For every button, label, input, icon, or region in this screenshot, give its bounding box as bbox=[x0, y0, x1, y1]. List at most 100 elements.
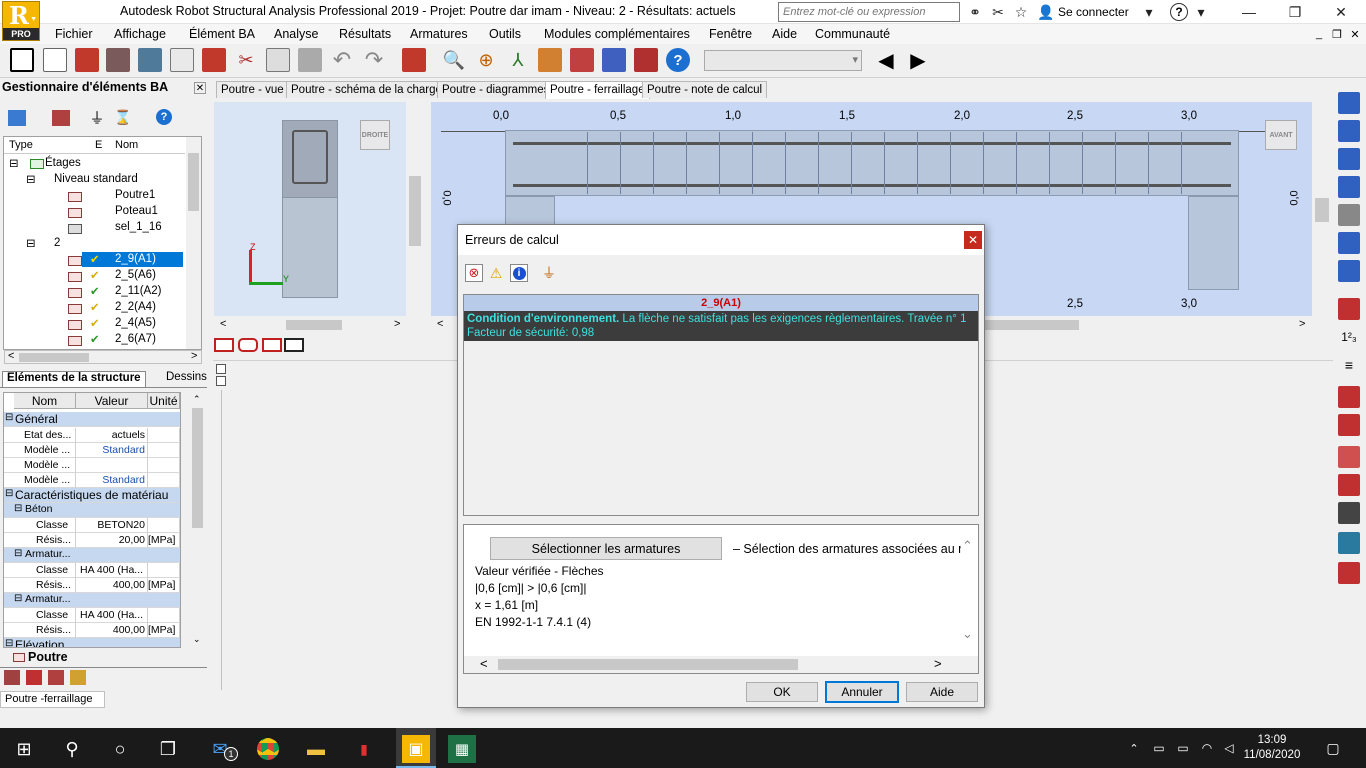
tree-node-etages[interactable]: Étages bbox=[45, 157, 81, 169]
tree-expander[interactable]: ⊟ bbox=[26, 236, 36, 250]
cortana-icon[interactable]: ○ bbox=[106, 735, 134, 763]
funnel-icon[interactable]: ⏚ bbox=[540, 264, 558, 282]
tree-item-selected[interactable]: 2_9(A1) bbox=[115, 253, 156, 265]
props-row[interactable]: Résis... 400,00 [MPa] bbox=[4, 578, 180, 593]
wrench-icon[interactable] bbox=[634, 48, 658, 72]
battery-icon[interactable]: ▭ bbox=[1174, 740, 1192, 756]
props-tool-1-icon[interactable] bbox=[4, 670, 20, 685]
right-tool-beam-icon[interactable] bbox=[1338, 92, 1360, 114]
right-tool-tshape-icon[interactable] bbox=[1338, 414, 1360, 436]
login-dropdown-icon[interactable]: ▾ bbox=[1140, 3, 1158, 21]
props-tool-2-icon[interactable] bbox=[26, 670, 42, 685]
menu-aide[interactable]: Aide bbox=[772, 27, 797, 41]
maximize-button[interactable]: ❐ bbox=[1272, 0, 1318, 24]
right-tool-footing-icon[interactable] bbox=[1338, 176, 1360, 198]
errors-filter-icon[interactable]: ⊗ bbox=[465, 264, 483, 282]
star-icon[interactable]: ☆ bbox=[1012, 3, 1030, 21]
model-icon[interactable] bbox=[602, 48, 626, 72]
detail-hscroll[interactable]: < > bbox=[464, 656, 978, 673]
right-tool-list-icon[interactable]: ≡ bbox=[1338, 354, 1360, 376]
tree-expander[interactable]: ⊟ bbox=[9, 156, 19, 170]
task-view-icon[interactable]: ❐ bbox=[154, 735, 182, 763]
tools-icon[interactable]: ✂ bbox=[989, 3, 1007, 21]
tree-item[interactable]: 2_4(A5) bbox=[115, 317, 156, 329]
view-mode-4-icon[interactable] bbox=[284, 338, 304, 352]
props-category[interactable]: ⊟ Caractéristiques de matériau bbox=[4, 488, 180, 503]
scroll-thumb[interactable] bbox=[192, 408, 203, 528]
right-tool-cbs-icon[interactable] bbox=[1338, 562, 1360, 584]
tree-expander[interactable]: ⊟ bbox=[26, 172, 36, 186]
view-mode-3-icon[interactable] bbox=[262, 338, 282, 352]
menu-resultats[interactable]: Résultats bbox=[339, 27, 391, 41]
scroll-thumb[interactable] bbox=[286, 320, 342, 330]
binoculars-icon[interactable]: ⚭ bbox=[966, 3, 984, 21]
tree-item[interactable]: Poteau1 bbox=[115, 205, 158, 217]
app-logo[interactable]: R ▼ PRO bbox=[2, 1, 40, 41]
chrome-icon[interactable] bbox=[254, 735, 282, 763]
props-tool-3-icon[interactable] bbox=[48, 670, 64, 685]
cut-icon[interactable]: ✂ bbox=[234, 48, 258, 72]
tab-schema-charge[interactable]: Poutre - schéma de la charge bbox=[286, 81, 447, 98]
tree-item[interactable]: 2_2(A4) bbox=[115, 301, 156, 313]
camera-icon[interactable] bbox=[202, 48, 226, 72]
menu-element-ba[interactable]: Élément BA bbox=[189, 27, 255, 41]
right-tool-deep-beam-icon[interactable] bbox=[1338, 260, 1360, 282]
detail-scroll-down-icon[interactable]: ⌄ bbox=[962, 626, 973, 642]
warning-icon[interactable]: ⚠ bbox=[487, 264, 505, 282]
menu-affichage[interactable]: Affichage bbox=[114, 27, 166, 41]
user-icon[interactable]: 👤 bbox=[1037, 3, 1055, 21]
tab-diagrammes[interactable]: Poutre - diagrammes bbox=[437, 81, 555, 98]
right-tool-dimension-icon[interactable] bbox=[1338, 446, 1360, 468]
tree-node-level-2[interactable]: 2 bbox=[54, 237, 60, 249]
splitter[interactable] bbox=[221, 390, 222, 690]
wifi-icon[interactable]: ◠ bbox=[1198, 740, 1216, 756]
menu-outils[interactable]: Outils bbox=[489, 27, 521, 41]
close-window-button[interactable]: ✕ bbox=[1318, 0, 1364, 24]
book-icon[interactable] bbox=[138, 48, 162, 72]
tab-ferraillage[interactable]: Poutre - ferraillage bbox=[545, 81, 650, 99]
tree-item[interactable]: 2_5(A6) bbox=[115, 269, 156, 281]
edit-element-icon[interactable] bbox=[52, 110, 70, 126]
help-dropdown-icon[interactable]: ▾ bbox=[1192, 3, 1210, 21]
help-toolbar-icon[interactable]: ? bbox=[666, 48, 690, 72]
tree-item[interactable]: 2_11(A2) bbox=[115, 285, 161, 297]
props-category[interactable]: ⊟ Elévation bbox=[4, 638, 180, 647]
tab-elements-structure[interactable]: Eléments de la structure bbox=[2, 371, 146, 387]
tree-node-niveau-standard[interactable]: Niveau standard bbox=[54, 173, 138, 185]
section-view-hscroll[interactable]: < > bbox=[214, 318, 406, 332]
view-cube-droite[interactable]: DROITE bbox=[360, 120, 390, 150]
hourglass-icon[interactable]: ⌛ bbox=[114, 108, 132, 126]
cancel-button[interactable]: Annuler bbox=[825, 681, 899, 703]
paste-icon[interactable] bbox=[298, 48, 322, 72]
print-icon[interactable] bbox=[106, 48, 130, 72]
tab-note-calcul[interactable]: Poutre - note de calcul bbox=[642, 81, 768, 98]
props-scrollbar[interactable]: ⌃ ⌄ bbox=[190, 392, 205, 648]
mdi-restore-button[interactable]: ❐ bbox=[1330, 27, 1344, 41]
right-tool-slab-icon[interactable] bbox=[1338, 148, 1360, 170]
error-element-header[interactable]: 2_9(A1) bbox=[464, 295, 978, 311]
tree-scrollbar[interactable] bbox=[186, 137, 201, 349]
scroll-thumb[interactable] bbox=[498, 659, 798, 670]
props-subcategory[interactable]: ⊟ Béton bbox=[4, 503, 180, 518]
right-tool-numbering-icon[interactable]: 1²₃ bbox=[1338, 326, 1360, 348]
props-tool-4-icon[interactable] bbox=[70, 670, 86, 685]
right-tool-beam-section-icon[interactable] bbox=[1338, 474, 1360, 496]
props-row[interactable]: Classe HA 400 (Ha... bbox=[4, 608, 180, 623]
taskbar-clock[interactable]: 13:09 11/08/2020 bbox=[1242, 733, 1302, 763]
props-row[interactable]: Résis... 400,00 [MPa] bbox=[4, 623, 180, 638]
tree-item[interactable]: 2_6(A7) bbox=[115, 333, 156, 345]
right-tool-section-icon[interactable] bbox=[1338, 386, 1360, 408]
calc-icon[interactable] bbox=[402, 48, 426, 72]
right-tool-wall-icon[interactable] bbox=[1338, 204, 1360, 226]
props-row[interactable]: Résis... 20,00 [MPa] bbox=[4, 533, 180, 548]
help-button[interactable]: Aide bbox=[906, 682, 978, 702]
props-row[interactable]: Classe BETON20 bbox=[4, 518, 180, 533]
right-tool-loads-icon[interactable] bbox=[1338, 502, 1360, 524]
menu-armatures[interactable]: Armatures bbox=[410, 27, 468, 41]
section-view[interactable]: DROITE Z Y bbox=[214, 102, 406, 316]
previous-icon[interactable]: ◀ bbox=[874, 48, 898, 72]
props-subcategory[interactable]: ⊟ Armatur... bbox=[4, 548, 180, 563]
save-icon[interactable] bbox=[75, 48, 99, 72]
detail-scroll-up-icon[interactable]: ⌃ bbox=[962, 538, 973, 554]
tree-item[interactable]: Poutre1 bbox=[115, 189, 155, 201]
